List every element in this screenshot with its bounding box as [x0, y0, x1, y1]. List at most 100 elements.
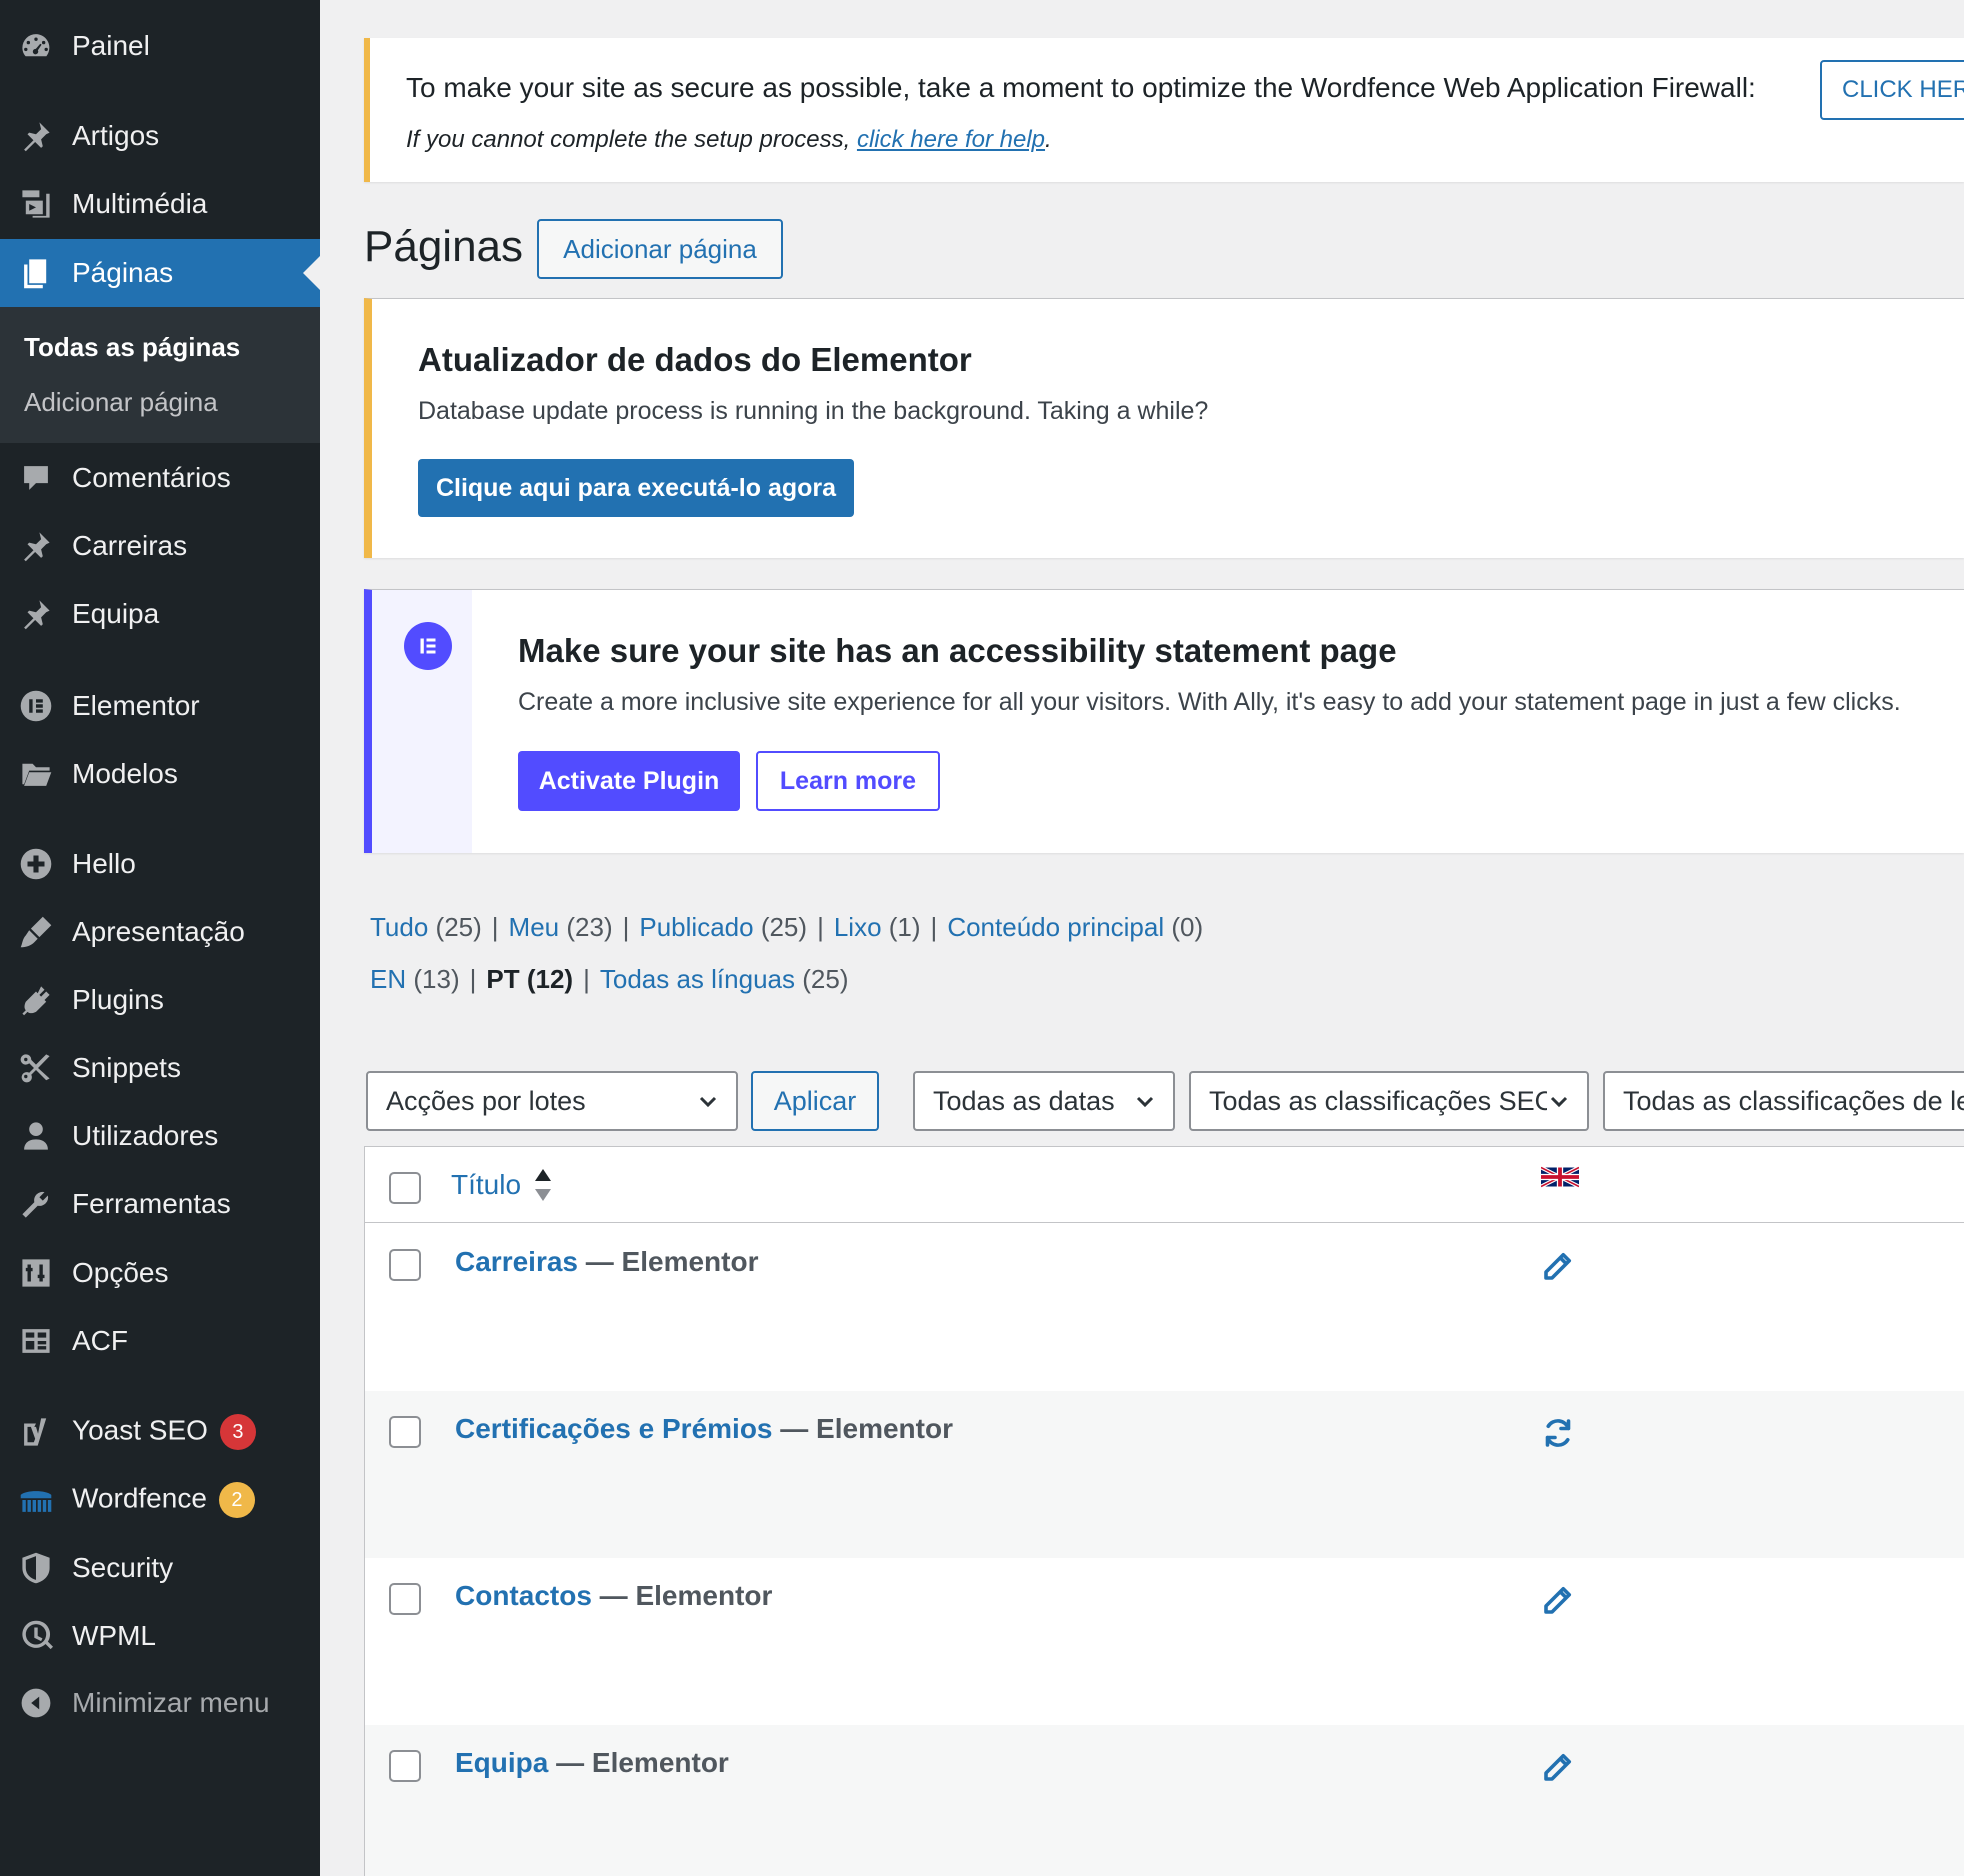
separator: |: [469, 964, 477, 994]
column-title-sort-link[interactable]: Título: [451, 1169, 521, 1201]
plus-circle-icon: [18, 846, 54, 882]
language-filter-links: EN (13) | PT (12) | Todas as línguas (25): [370, 964, 848, 995]
page-state: — Elementor: [591, 1580, 773, 1611]
menu-item-snippets[interactable]: Snippets: [0, 1034, 320, 1102]
row-checkbox[interactable]: [389, 1750, 421, 1782]
settings-sliders-icon: [18, 1255, 54, 1291]
submenu-item-add-page[interactable]: Adicionar página: [24, 387, 218, 418]
seo-score-select[interactable]: Todas as classificações SEO: [1189, 1071, 1589, 1131]
menu-label: Minimizar menu: [72, 1687, 270, 1718]
menu-label: Elementor: [72, 690, 200, 721]
filter-all[interactable]: Tudo: [370, 912, 428, 942]
collapse-menu-button[interactable]: Minimizar menu: [0, 1669, 320, 1737]
menu-item-equipa[interactable]: Equipa: [0, 580, 320, 648]
menu-item-wpml[interactable]: WPML: [0, 1602, 320, 1670]
filter-published[interactable]: Publicado: [639, 912, 753, 942]
menu-item-painel[interactable]: Painel: [0, 12, 320, 80]
menu-item-modelos[interactable]: Modelos: [0, 740, 320, 808]
chevron-down-icon: [1133, 1089, 1157, 1113]
menu-label: Hello: [72, 848, 136, 879]
run-update-button[interactable]: Clique aqui para executá-lo agora: [418, 459, 854, 517]
separator: |: [583, 964, 590, 994]
menu-item-security[interactable]: Security: [0, 1534, 320, 1602]
row-checkbox[interactable]: [389, 1583, 421, 1615]
menu-item-comentarios[interactable]: Comentários: [0, 444, 320, 512]
menu-item-plugins[interactable]: Plugins: [0, 966, 320, 1034]
plug-icon: [18, 982, 54, 1018]
submenu-item-all-pages[interactable]: Todas as páginas: [24, 332, 240, 363]
page-title-link[interactable]: Certificações e Prémios: [455, 1413, 773, 1444]
menu-label: ACF: [72, 1325, 128, 1356]
wrench-icon: [18, 1186, 54, 1222]
row-checkbox[interactable]: [389, 1249, 421, 1281]
menu-label: Comentários: [72, 462, 231, 493]
menu-label: Opções: [72, 1257, 169, 1288]
pencil-icon[interactable]: [1540, 1749, 1576, 1785]
uk-flag-icon: [1541, 1165, 1579, 1189]
page-state: — Elementor: [548, 1747, 729, 1778]
folder-icon: [18, 756, 54, 792]
refresh-icon[interactable]: [1540, 1415, 1576, 1451]
wordfence-click-here-button[interactable]: CLICK HERE: [1820, 60, 1964, 120]
menu-item-carreiras[interactable]: Carreiras: [0, 512, 320, 580]
select-all-checkbox[interactable]: [389, 1172, 421, 1204]
menu-item-acf[interactable]: ACF: [0, 1307, 320, 1375]
filter-mine[interactable]: Meu: [509, 912, 560, 942]
menu-label: Modelos: [72, 758, 178, 789]
menu-label: Security: [72, 1552, 174, 1583]
learn-more-button[interactable]: Learn more: [756, 751, 940, 811]
wordfence-help-text: If you cannot complete the setup process…: [406, 126, 1052, 153]
separator: |: [622, 912, 630, 942]
page-title-link[interactable]: Carreiras: [455, 1246, 578, 1277]
menu-item-apresentacao[interactable]: Apresentação: [0, 898, 320, 966]
activate-plugin-button[interactable]: Activate Plugin: [518, 751, 740, 811]
collapse-arrow-icon: [18, 1685, 54, 1721]
menu-item-artigos[interactable]: Artigos: [0, 102, 320, 170]
row-title: Contactos — Elementor: [455, 1580, 772, 1612]
notification-badge: 2: [218, 1482, 255, 1518]
filter-lang-en[interactable]: EN: [370, 964, 406, 994]
wordfence-help-link[interactable]: click here for help: [857, 126, 1045, 153]
filter-count: (25): [760, 912, 808, 942]
row-checkbox[interactable]: [389, 1416, 421, 1448]
page-title-link[interactable]: Equipa: [455, 1747, 548, 1778]
filter-count: (25): [435, 912, 482, 942]
page-title-link[interactable]: Contactos: [455, 1580, 592, 1611]
readability-score-select[interactable]: Todas as classificações de legibilidade: [1603, 1071, 1964, 1131]
select-value: Todas as classificações SEO: [1209, 1085, 1556, 1116]
add-page-button[interactable]: Adicionar página: [537, 219, 783, 279]
ally-notice-description: Create a more inclusive site experience …: [518, 688, 1901, 716]
bulk-actions-select[interactable]: Acções por lotes: [366, 1071, 738, 1131]
wordfence-firewall-notice: To make your site as secure as possible,…: [364, 38, 1964, 182]
menu-label: WPML: [72, 1620, 156, 1651]
filter-lang-all[interactable]: Todas as línguas: [600, 964, 795, 994]
admin-sidebar: Painel Artigos Multimédia Páginas Todas …: [0, 0, 320, 1876]
chevron-down-icon: [696, 1089, 720, 1113]
status-filter-links: Tudo (25) | Meu (23) | Publicado (25) | Lixo (…: [370, 912, 1203, 943]
filter-cornerstone[interactable]: Conteúdo principal: [947, 912, 1164, 942]
separator: |: [491, 912, 499, 942]
menu-item-ferramentas[interactable]: Ferramentas: [0, 1170, 320, 1238]
menu-label: Wordfence 2: [72, 1482, 255, 1518]
pencil-icon[interactable]: [1540, 1582, 1576, 1618]
menu-item-multimedia[interactable]: Multimédia: [0, 170, 320, 238]
menu-label: Utilizadores: [72, 1120, 219, 1151]
menu-item-hello[interactable]: Hello: [0, 830, 320, 898]
menu-item-elementor[interactable]: Elementor: [0, 672, 320, 740]
menu-item-paginas[interactable]: Páginas: [0, 239, 320, 307]
menu-item-utilizadores[interactable]: Utilizadores: [0, 1102, 320, 1170]
wpml-icon: [18, 1618, 54, 1654]
menu-label: Apresentação: [72, 916, 245, 947]
elementor-notice-description: Database update process is running in th…: [418, 397, 1209, 425]
menu-item-wordfence[interactable]: Wordfence 2: [0, 1466, 320, 1534]
apply-button[interactable]: Aplicar: [751, 1071, 879, 1131]
dates-filter-select[interactable]: Todas as datas: [913, 1071, 1175, 1131]
menu-item-yoast-seo[interactable]: Yoast SEO 3: [0, 1398, 320, 1466]
table-row: Contactos — Elementor: [365, 1558, 1964, 1725]
filter-trash[interactable]: Lixo: [834, 912, 882, 942]
menu-item-opcoes[interactable]: Opções: [0, 1239, 320, 1307]
pencil-icon[interactable]: [1540, 1248, 1576, 1284]
select-value: Todas as classificações de legibilidade: [1623, 1085, 1964, 1116]
menu-label: Plugins: [72, 984, 164, 1015]
menu-label: Yoast SEO 3: [72, 1414, 256, 1450]
